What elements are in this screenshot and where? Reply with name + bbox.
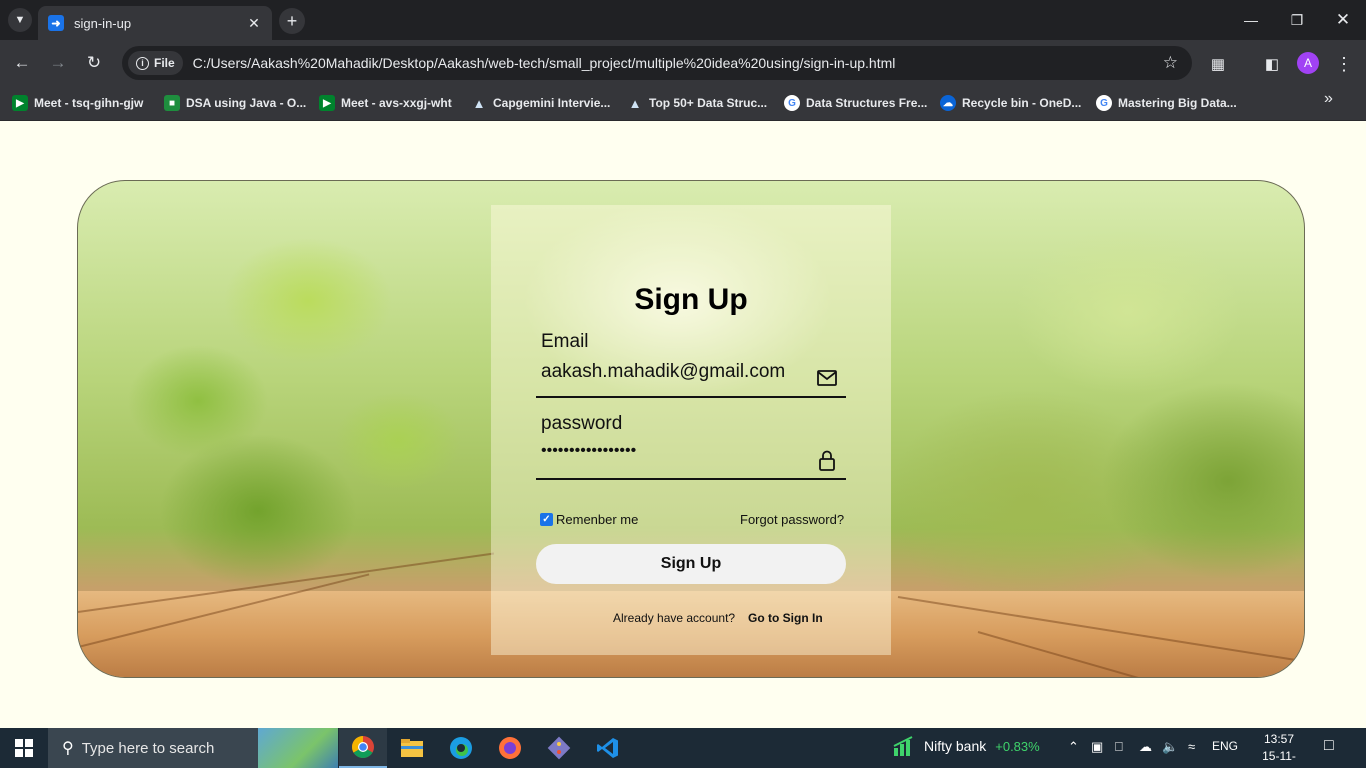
password-field[interactable]: ••••••••••••••••• <box>541 442 636 460</box>
bookmark-item[interactable]: ☁ Recycle bin - OneD... <box>940 92 1081 114</box>
search-icon: ⚲ <box>62 740 74 757</box>
stock-ticker-widget[interactable]: Nifty bank +0.83% <box>892 736 1040 756</box>
already-account-text: Already have account? <box>613 611 736 625</box>
notification-icon[interactable]: □ <box>1324 737 1334 755</box>
clock-time: 13:57 <box>1263 732 1295 746</box>
bookmarks-bar: ▶ Meet - tsq-gihn-gjw ■ DSA using Java -… <box>0 86 1366 121</box>
side-panel-icon[interactable]: ◧ <box>1261 53 1283 75</box>
bookmark-label: Meet - avs-xxgj-wht <box>341 96 452 110</box>
windows-taskbar: ⚲ Type here to search Nifty bank +0.83% … <box>0 728 1366 768</box>
restore-icon[interactable]: ❐ <box>1274 0 1320 40</box>
mountain-icon: ▲ <box>628 95 642 111</box>
tab-favicon-icon: ➜ <box>48 15 64 31</box>
email-underline <box>536 396 846 398</box>
forgot-password-link[interactable]: Forgot password? <box>740 512 844 527</box>
file-chip-label: File <box>154 56 175 70</box>
tab-bar: ▼ ➜ sign-in-up ✕ + — ❐ ✕ <box>0 0 1366 40</box>
close-window-icon[interactable]: ✕ <box>1320 0 1366 40</box>
sign-up-button[interactable]: Sign Up <box>536 544 846 584</box>
file-explorer-icon[interactable] <box>388 728 436 768</box>
volume-icon[interactable]: 🔈 <box>1162 739 1178 755</box>
forward-icon[interactable]: → <box>45 50 71 76</box>
minimize-icon[interactable]: — <box>1228 0 1274 40</box>
windows-start-icon[interactable] <box>0 728 48 768</box>
bookmark-label: Capgemini Intervie... <box>493 96 611 110</box>
onedrive-icon: ☁ <box>940 95 956 111</box>
bookmark-item[interactable]: G Data Structures Fre... <box>784 92 927 114</box>
email-field[interactable]: aakash.mahadik@gmail.com <box>541 361 785 383</box>
chart-up-icon <box>893 736 913 756</box>
meet-icon: ▶ <box>12 95 28 111</box>
back-icon[interactable]: ← <box>9 50 35 76</box>
bookmark-star-icon[interactable]: ☆ <box>1163 53 1178 73</box>
search-highlight-image <box>258 728 338 768</box>
new-tab-button[interactable]: + <box>279 8 305 34</box>
bookmark-label: Recycle bin - OneD... <box>962 96 1082 110</box>
edge-icon[interactable] <box>437 728 485 768</box>
lock-icon <box>819 450 835 471</box>
bookmarks-overflow-icon[interactable]: » <box>1324 90 1333 108</box>
bookmark-label: DSA using Java - O... <box>186 96 307 110</box>
password-label: password <box>541 413 623 434</box>
bookmark-item[interactable]: ■ DSA using Java - O... <box>164 92 306 114</box>
site-info-chip[interactable]: i File <box>128 51 183 75</box>
search-placeholder: Type here to search <box>81 739 215 757</box>
git-app-icon[interactable] <box>535 728 583 768</box>
camera-icon[interactable]: ⎕ <box>1115 739 1123 755</box>
vscode-icon[interactable] <box>584 728 632 768</box>
email-label: Email <box>541 331 589 352</box>
page-title: Sign Up <box>634 283 748 316</box>
tab-close-icon[interactable]: ✕ <box>246 15 262 32</box>
go-to-sign-in-link[interactable]: Go to Sign In <box>748 611 823 625</box>
mountain-icon: ▲ <box>472 95 486 111</box>
firefox-icon[interactable] <box>486 728 534 768</box>
menu-kebab-icon[interactable]: ⋮ <box>1333 53 1355 75</box>
remember-me[interactable]: ✓ Remenber me <box>540 512 638 527</box>
bookmark-item[interactable]: ▲ Capgemini Intervie... <box>471 92 611 114</box>
bookmark-label: Top 50+ Data Struc... <box>649 96 768 110</box>
google-icon: G <box>784 95 800 111</box>
meet-icon: ▶ <box>319 95 335 111</box>
battery-icon[interactable]: ▣ <box>1091 739 1103 755</box>
bookmark-item[interactable]: ▲ Top 50+ Data Struc... <box>627 92 768 114</box>
classroom-icon: ■ <box>164 95 180 111</box>
bookmark-item[interactable]: ▶ Meet - tsq-gihn-gjw <box>12 92 143 114</box>
bookmark-item[interactable]: ▶ Meet - avs-xxgj-wht <box>319 92 452 114</box>
bookmark-label: Meet - tsq-gihn-gjw <box>34 96 144 110</box>
taskbar-search[interactable]: ⚲ Type here to search <box>48 728 338 768</box>
tab-title: sign-in-up <box>74 15 132 31</box>
bookmark-item[interactable]: G Mastering Big Data... <box>1096 92 1237 114</box>
google-icon: G <box>1096 95 1112 111</box>
remember-label: Remenber me <box>556 512 639 527</box>
wifi-icon[interactable]: ≈ <box>1188 739 1195 754</box>
clock[interactable]: 13:57 15-11-2023 <box>1255 731 1303 768</box>
clock-date: 15-11-2023 <box>1262 749 1296 768</box>
language-indicator[interactable]: ENG <box>1212 739 1238 753</box>
chevron-up-icon[interactable]: ⌃ <box>1068 739 1079 755</box>
password-underline <box>536 478 846 480</box>
address-bar[interactable]: i File C:/Users/Aakash%20Mahadik/Desktop… <box>122 46 1192 80</box>
mail-icon <box>817 370 837 386</box>
bookmark-label: Data Structures Fre... <box>806 96 928 110</box>
extensions-icon[interactable]: ▦ <box>1207 53 1229 75</box>
ticker-name: Nifty bank <box>924 738 987 754</box>
tab-sign-in-up[interactable]: ➜ sign-in-up ✕ <box>38 6 272 40</box>
remember-checkbox[interactable]: ✓ <box>540 513 553 526</box>
onedrive-cloud-icon[interactable]: ☁ <box>1139 739 1152 755</box>
url-text[interactable]: C:/Users/Aakash%20Mahadik/Desktop/Aakash… <box>193 55 1163 71</box>
chrome-icon[interactable] <box>339 728 387 768</box>
info-icon: i <box>136 56 149 70</box>
tab-search-icon[interactable]: ▼ <box>8 8 32 32</box>
ticker-change: +0.83% <box>995 738 1040 754</box>
bookmark-label: Mastering Big Data... <box>1118 96 1237 110</box>
profile-avatar[interactable]: A <box>1297 52 1319 74</box>
browser-toolbar: ← → ↻ i File C:/Users/Aakash%20Mahadik/D… <box>0 40 1366 86</box>
reload-icon[interactable]: ↻ <box>81 50 107 76</box>
